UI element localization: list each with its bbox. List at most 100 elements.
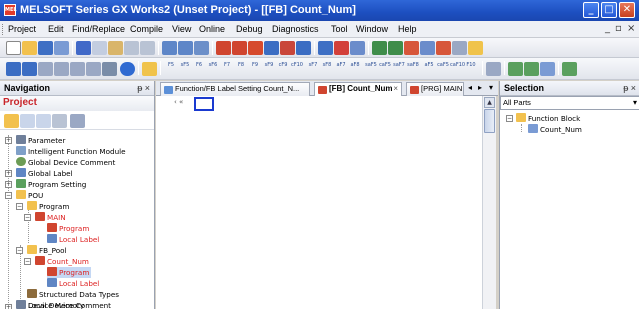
diagnostics-icon[interactable]: [350, 41, 365, 55]
menu-tool[interactable]: Tool: [331, 24, 348, 34]
collapse-count-num-icon[interactable]: −: [24, 258, 31, 265]
parts-filter-select[interactable]: All Parts ▾: [500, 96, 639, 110]
falling-branch-af8-icon[interactable]: aF8: [348, 62, 362, 76]
tab-close-icon[interactable]: ×: [393, 83, 398, 95]
collapse-main-icon[interactable]: −: [24, 214, 31, 221]
expand-device-memory-icon[interactable]: +: [5, 304, 12, 309]
closed-contact-f6-icon[interactable]: F6: [192, 62, 206, 76]
statement-icon[interactable]: [540, 62, 555, 76]
tab-scroll-right-icon[interactable]: ▸: [478, 83, 482, 92]
tree-item-main-program[interactable]: Program: [47, 223, 89, 234]
open-data-icon[interactable]: [20, 114, 35, 128]
mdi-restore-button[interactable]: ▫: [615, 23, 622, 34]
close-button[interactable]: ✕: [619, 2, 635, 18]
menu-project[interactable]: Project: [8, 24, 36, 34]
coil-f7-icon[interactable]: F7: [220, 62, 234, 76]
open-branch-sf5-icon[interactable]: sF5: [178, 62, 192, 76]
tree-item-pou[interactable]: POU: [16, 190, 43, 201]
expand-parameter-icon[interactable]: +: [5, 137, 12, 144]
invert-af5-icon[interactable]: aF5: [422, 62, 436, 76]
open-contact-f5-icon[interactable]: F5: [164, 62, 178, 76]
horizontal-line-f9-icon[interactable]: F9: [248, 62, 262, 76]
comment-icon[interactable]: [486, 62, 501, 76]
menu-online[interactable]: Online: [199, 24, 225, 34]
device-monitor-icon[interactable]: [248, 41, 263, 55]
tab-prg-main[interactable]: [PRG] MAIN: [406, 82, 464, 96]
menu-edit[interactable]: Edit: [48, 24, 64, 34]
line-draw-caf10-icon[interactable]: caF10: [450, 62, 465, 76]
menu-find-replace[interactable]: Find/Replace: [72, 24, 125, 34]
project-menu-icon[interactable]: [70, 114, 85, 128]
tree-item-program-folder[interactable]: Program: [27, 201, 69, 212]
watch-icon[interactable]: [264, 41, 279, 55]
operation-result-caf5-icon[interactable]: caF5: [436, 62, 450, 76]
delete-vline-cf10-icon[interactable]: cF10: [290, 62, 304, 76]
vertical-line-sf9-icon[interactable]: sF9: [262, 62, 276, 76]
expand-program-setting-icon[interactable]: +: [5, 181, 12, 188]
dropdown-tools-icon[interactable]: [102, 62, 117, 76]
mdi-close-button[interactable]: ×: [627, 23, 635, 34]
convert-all-icon[interactable]: [388, 41, 403, 55]
open-project-icon[interactable]: [22, 41, 37, 55]
tab-list-icon[interactable]: ▾: [489, 83, 493, 92]
rising-pulse-sf7-icon[interactable]: sF7: [306, 62, 320, 76]
scroll-thumb[interactable]: [484, 109, 495, 133]
copy-icon[interactable]: [92, 41, 107, 55]
mdi-minimize-button[interactable]: _: [605, 23, 610, 34]
monitor-start-icon[interactable]: [216, 41, 231, 55]
navigation-toggle-icon[interactable]: [6, 62, 21, 76]
write-plc-icon[interactable]: [162, 41, 177, 55]
collapse-pou-icon[interactable]: −: [5, 192, 12, 199]
delete-hline-cf9-icon[interactable]: cF9: [276, 62, 290, 76]
tree-item-program-setting[interactable]: Program Setting: [16, 179, 86, 190]
tree-item-main-local-label[interactable]: Local Label: [47, 234, 99, 245]
paste-icon[interactable]: [108, 41, 123, 55]
menu-view[interactable]: View: [172, 24, 191, 34]
convert-icon[interactable]: [372, 41, 387, 55]
cut-icon[interactable]: [76, 41, 91, 55]
neg-rising-branch-saf7-icon[interactable]: saF7: [392, 62, 406, 76]
help-icon[interactable]: [120, 62, 135, 76]
watch-window-icon[interactable]: [86, 62, 101, 76]
property-icon[interactable]: [36, 114, 51, 128]
collapse-arrows-icon[interactable]: ‹ «: [174, 98, 183, 106]
selection-item-function-block[interactable]: Function Block: [516, 113, 580, 124]
menu-help[interactable]: Help: [398, 24, 417, 34]
sim-stop-icon[interactable]: [436, 41, 451, 55]
tree-item-main[interactable]: MAIN: [35, 212, 66, 223]
collapse-program-icon[interactable]: −: [16, 203, 23, 210]
expand-global-label-icon[interactable]: +: [5, 170, 12, 177]
cross-ref-window-icon[interactable]: [54, 62, 69, 76]
tab-fb-label-setting[interactable]: Function/FB Label Setting Count_N...: [160, 82, 310, 96]
maximize-button[interactable]: □: [601, 2, 617, 18]
simulation-icon[interactable]: [420, 41, 435, 55]
menu-window[interactable]: Window: [356, 24, 388, 34]
help-search-icon[interactable]: [468, 41, 483, 55]
tree-item-parameter[interactable]: Parameter: [16, 135, 65, 146]
menu-debug[interactable]: Debug: [236, 24, 263, 34]
online-change-icon[interactable]: [404, 41, 419, 55]
rising-branch-af7-icon[interactable]: aF7: [334, 62, 348, 76]
tree-item-intelligent-function-module[interactable]: Intelligent Function Module: [16, 146, 126, 157]
tree-item-global-device-comment[interactable]: Global Device Comment: [16, 157, 115, 168]
tab-fb-count-num[interactable]: [FB] Count_Num ×: [314, 82, 402, 96]
monitor-stop-icon[interactable]: [232, 41, 247, 55]
navigation-pin-close[interactable]: ᵽ ×: [137, 81, 150, 95]
ladder-editor[interactable]: ‹ «: [156, 96, 482, 309]
editor-cursor[interactable]: [194, 97, 214, 111]
element-selection-icon[interactable]: [22, 62, 37, 76]
redo-icon[interactable]: [140, 41, 155, 55]
menu-diagnostics[interactable]: Diagnostics: [272, 24, 319, 34]
selection-pin-close[interactable]: ᵽ ×: [623, 81, 636, 95]
instruction-f8-icon[interactable]: F8: [234, 62, 248, 76]
new-data-icon[interactable]: [4, 114, 19, 128]
neg-rising-saf5-icon[interactable]: saF5: [364, 62, 378, 76]
tree-item-count-num[interactable]: Count_Num: [35, 256, 89, 267]
device-list-icon[interactable]: [70, 62, 85, 76]
test-icon[interactable]: [296, 41, 311, 55]
read-plc-icon[interactable]: [178, 41, 193, 55]
read-mode-icon[interactable]: [562, 62, 577, 76]
neg-falling-caf5-icon[interactable]: caF5: [378, 62, 392, 76]
closed-branch-sf6-icon[interactable]: sF6: [206, 62, 220, 76]
scroll-up-icon[interactable]: ▲: [484, 97, 495, 108]
